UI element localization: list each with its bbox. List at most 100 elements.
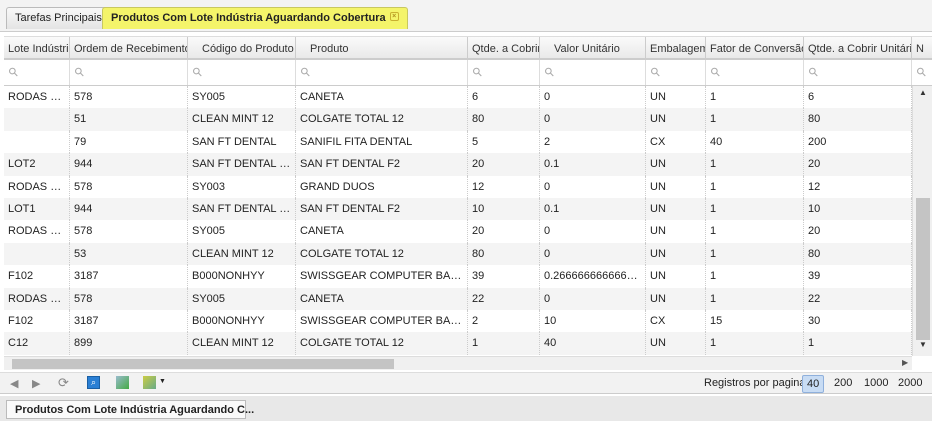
table-cell: 51 [70, 108, 188, 131]
page-size-200[interactable]: 200 [830, 377, 856, 389]
table-cell: 15 [706, 310, 804, 333]
table-cell: 1 [706, 108, 804, 131]
filter-input[interactable]: ⚲ [4, 60, 70, 85]
column-header[interactable]: Qtde. a Cobrir Unitária [804, 37, 912, 58]
table-cell [4, 242, 70, 266]
tab-produtos-lote[interactable]: Produtos Com Lote Indústria Aguardando C… [102, 7, 408, 29]
filter-input[interactable]: ⚲ [296, 60, 468, 85]
horizontal-scrollbar[interactable]: ▶ [4, 356, 912, 370]
table-row[interactable]: 51 CLEAN MINT 12 COLGATE TOTAL 12 80 0 UN 1 80 [4, 108, 912, 131]
page-size-2000[interactable]: 2000 [894, 377, 926, 389]
table-cell: F102 [4, 310, 70, 333]
column-header[interactable]: Código do Produto [188, 37, 296, 58]
column-header[interactable]: N [912, 37, 932, 58]
table-row[interactable]: RODAS LT04 578 SY005 CANETA 20 0 UN 1 20 [4, 220, 912, 243]
table-cell: RODAS LT05 [4, 86, 70, 109]
column-header[interactable]: Valor Unitário [540, 37, 646, 58]
table-cell: 3187 [70, 310, 188, 333]
table-cell: SAN FT DENTAL F2 [188, 198, 296, 221]
table-cell: UN [646, 265, 706, 288]
table-cell: SANIFIL FITA DENTAL [296, 130, 468, 154]
table-row[interactable]: RODAS LT05 578 SY005 CANETA 6 0 UN 1 6 [4, 86, 912, 109]
next-page-icon[interactable]: ▶ [32, 377, 40, 390]
table-cell: UN [646, 108, 706, 131]
horizontal-scroll-thumb[interactable] [12, 359, 394, 369]
table-cell: CANETA [296, 220, 468, 243]
page-size-40[interactable]: 40 [802, 375, 825, 393]
table-cell: B000NONHYY [188, 310, 296, 333]
scroll-up-icon[interactable]: ▲ [919, 88, 927, 97]
table-cell: LOT1 [4, 198, 70, 221]
search-icon[interactable]: ⌕ [87, 376, 100, 389]
table-cell: 0 [540, 220, 646, 243]
table-cell: 10 [804, 198, 912, 221]
column-header[interactable]: Embalagem [646, 37, 706, 58]
table-cell: 80 [804, 108, 912, 131]
refresh-icon[interactable]: ⟳ [58, 375, 69, 391]
table-cell: 0.2666666666666666 [540, 265, 646, 288]
table-cell: 40 [540, 332, 646, 355]
table-row[interactable]: RODAS LT06 578 SY005 CANETA 22 0 UN 1 22 [4, 287, 912, 310]
table-cell: 30 [804, 310, 912, 333]
table-cell: 80 [804, 242, 912, 266]
table-row[interactable]: RODAS LT03 578 SY003 GRAND DUOS 12 0 UN 1 12 [4, 175, 912, 198]
filter-input[interactable]: ⚲ [646, 60, 706, 85]
close-icon[interactable]: × [389, 12, 399, 21]
bottom-tab[interactable]: Produtos Com Lote Indústria Aguardando C… [6, 400, 254, 419]
table-row[interactable]: LOT2 944 SAN FT DENTAL F2 SAN FT DENTAL F2 2… [4, 153, 912, 176]
scroll-down-icon[interactable]: ▼ [919, 340, 927, 349]
table-row[interactable]: F102 3187 B000NONHYY SWISSGEAR COMPUTER BAC… [4, 310, 912, 333]
tab-tarefas-principais[interactable]: Tarefas Principais [6, 7, 111, 29]
table-cell: UN [646, 175, 706, 198]
filter-input[interactable]: ⚲ [912, 60, 932, 85]
chevron-down-icon[interactable]: ▼ [159, 378, 166, 385]
table-cell: 1 [706, 220, 804, 243]
filter-input[interactable]: ⚲ [540, 60, 646, 85]
table-cell: LOT2 [4, 153, 70, 176]
column-header[interactable]: Ordem de Recebimento [70, 37, 188, 58]
filter-input[interactable]: ⚲ [188, 60, 296, 85]
data-grid: Lote Indústria Ordem de Recebimento Código… [4, 36, 932, 356]
table-cell: COLGATE TOTAL 12 [296, 332, 468, 355]
table-row[interactable]: C12 899 CLEAN MINT 12 COLGATE TOTAL 12 1 40 UN… [4, 332, 912, 355]
table-row[interactable]: LOT1 944 SAN FT DENTAL F2 SAN FT DENTAL F2 1… [4, 198, 912, 221]
table-cell: 6 [468, 86, 540, 109]
table-row[interactable]: 79 SAN FT DENTAL SANIFIL FITA DENTAL 5 2 CX 40… [4, 130, 912, 154]
table-cell: B000NONHYY [188, 265, 296, 288]
table-cell [4, 108, 70, 131]
table-cell: 2 [468, 310, 540, 333]
filter-input[interactable]: ⚲ [468, 60, 540, 85]
search-icon: ⚲ [707, 63, 724, 81]
column-header[interactable]: Qtde. a Cobrir [468, 37, 540, 58]
table-row[interactable]: 53 CLEAN MINT 12 COLGATE TOTAL 12 80 0 UN 1 80 [4, 242, 912, 266]
table-cell: GRAND DUOS [296, 175, 468, 198]
table-cell: F102 [4, 265, 70, 288]
vertical-scrollbar[interactable]: ▲ ▼ [912, 86, 932, 356]
filter-input[interactable]: ⚲ [804, 60, 912, 85]
table-cell: 0 [540, 175, 646, 198]
prev-page-icon[interactable]: ◀ [10, 377, 18, 390]
table-row[interactable]: F102 3187 B000NONHYY SWISSGEAR COMPUTER BAC… [4, 265, 912, 288]
table-cell: UN [646, 242, 706, 266]
column-header[interactable]: Lote Indústria [4, 37, 70, 58]
table-cell: 6 [804, 86, 912, 109]
table-cell: 39 [804, 265, 912, 288]
scroll-right-icon[interactable]: ▶ [902, 358, 908, 367]
table-cell: SY003 [188, 175, 296, 198]
table-cell: UN [646, 220, 706, 243]
table-cell: SAN FT DENTAL [188, 130, 296, 154]
vertical-scroll-thumb[interactable] [916, 198, 930, 340]
page-size-1000[interactable]: 1000 [860, 377, 892, 389]
grid-toolbar: ◀ ▶ ⟳ ⌕ ▼ Registros por pagina: 40 200 1… [0, 372, 932, 394]
column-header[interactable]: Produto [296, 37, 468, 58]
search-icon: ⚲ [805, 63, 822, 81]
chart-icon[interactable] [116, 376, 129, 389]
table-cell: CX [646, 130, 706, 154]
column-header[interactable]: Fator de Conversão [706, 37, 804, 58]
filter-input[interactable]: ⚲ [70, 60, 188, 85]
table-cell: 20 [468, 153, 540, 176]
filter-input[interactable]: ⚲ [706, 60, 804, 85]
export-icon[interactable] [143, 376, 156, 389]
table-cell: CANETA [296, 86, 468, 109]
table-cell: 1 [706, 175, 804, 198]
